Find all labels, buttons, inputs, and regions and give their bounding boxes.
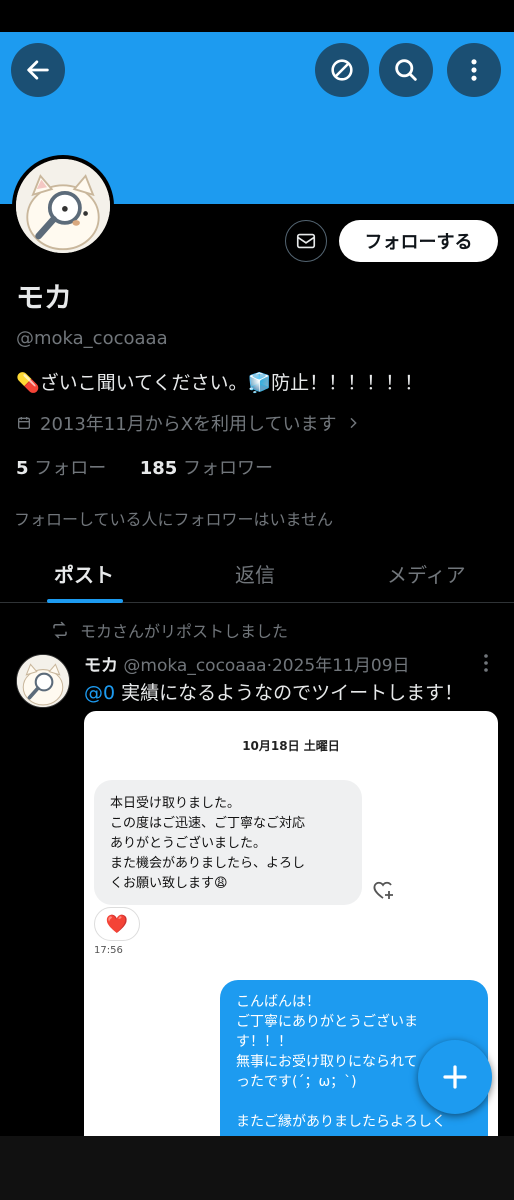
incoming-line: この度はご迅速、ご丁寧なご対応 (110, 816, 306, 831)
outgoing-line: ご丁寧にありがとうございま (236, 1014, 418, 1030)
repost-label: モカさんがリポストしました (80, 622, 289, 641)
incoming-line: くお願い致します😩 (110, 876, 228, 891)
calendar-icon (18, 417, 30, 429)
tweet-mention[interactable]: @0 (84, 682, 115, 704)
profile-tabs: ポスト 返信 メディア (0, 545, 514, 603)
outgoing-line: またご縁がありましたらよろしく (236, 1114, 446, 1130)
more-vertical-icon (471, 59, 477, 81)
avatar-image (16, 159, 110, 253)
back-button[interactable] (11, 43, 65, 97)
follow-stats: 5 フォロー 185 フォロワー (16, 454, 273, 480)
repost-indicator: モカさんがリポストしました (50, 618, 288, 642)
followers-label: フォロワー (183, 458, 274, 479)
mute-button[interactable] (315, 43, 369, 97)
tweet-date[interactable]: 2025年11月09日 (272, 656, 410, 676)
no-entry-icon (331, 59, 353, 81)
incoming-message: 本日受け取りました。 この度はご迅速、ご丁寧なご対応 ありがとうございました。 … (94, 780, 362, 905)
tweet-more-button[interactable] (478, 652, 494, 678)
tab-replies[interactable]: 返信 (235, 559, 275, 588)
tweet-header: モカ @moka_cocoaaa·2025年11月09日 (84, 651, 410, 676)
message-button[interactable] (285, 220, 327, 262)
mail-icon (296, 233, 316, 249)
following-label: フォロー (34, 458, 107, 479)
profile-name: モカ (16, 281, 73, 314)
followers-count: 185 (139, 458, 178, 479)
incoming-line: 本日受け取りました。 (110, 796, 241, 811)
profile-bio: 💊ざいこ聞いてください。🧊防止！！！！！！ (16, 372, 424, 394)
followers-you-know-note: フォローしている人にフォロワーはいません (14, 510, 334, 529)
avatar-image (17, 655, 69, 707)
add-reaction-icon (372, 879, 396, 905)
more-vertical-icon (484, 654, 488, 672)
compose-button[interactable] (418, 1040, 492, 1114)
chevron-right-icon (349, 417, 357, 429)
heart-reaction: ❤️ (94, 907, 140, 941)
system-navigation-bar (0, 1136, 514, 1200)
following-link[interactable]: 5 フォロー (16, 458, 106, 479)
tweet-media-image[interactable]: 10月18日 土曜日 本日受け取りました。 この度はご迅速、ご丁寧なご対応 あり… (84, 711, 498, 1200)
tweet-avatar[interactable] (16, 654, 70, 708)
incoming-line: ありがとうございました。 (110, 836, 267, 851)
tweet-author-handle[interactable]: @moka_cocoaaa (123, 656, 266, 676)
outgoing-line: こんばんは！ (236, 994, 320, 1010)
follow-button[interactable]: フォローする (339, 220, 498, 262)
tab-media[interactable]: メディア (387, 559, 466, 588)
status-bar (0, 0, 514, 32)
profile-handle: @moka_cocoaaa (16, 328, 168, 349)
tweet-body: 実績になるようなのでツイートします！ (115, 682, 464, 704)
joined-text: 2013年11月からXを利用しています (40, 414, 337, 435)
tweet-text: @0 実績になるようなのでツイートします！ (84, 678, 463, 705)
followers-link[interactable]: 185 フォロワー (140, 458, 273, 479)
repost-icon (53, 621, 67, 639)
incoming-line: また機会がありましたら、よろし (110, 856, 306, 871)
arrow-left-icon (27, 60, 49, 80)
plus-icon (443, 1065, 467, 1089)
chat-date: 10月18日 土曜日 (242, 739, 340, 753)
tab-posts[interactable]: ポスト (54, 559, 114, 588)
search-icon (395, 59, 417, 81)
profile-avatar[interactable] (12, 155, 114, 257)
message-time: 17:56 (94, 945, 123, 956)
joined-date[interactable]: 2013年11月からXを利用しています (16, 410, 361, 436)
following-count: 5 (16, 458, 29, 479)
tweet-author-name[interactable]: モカ (84, 656, 118, 676)
more-button[interactable] (447, 43, 501, 97)
active-tab-indicator (47, 599, 123, 603)
search-button[interactable] (379, 43, 433, 97)
